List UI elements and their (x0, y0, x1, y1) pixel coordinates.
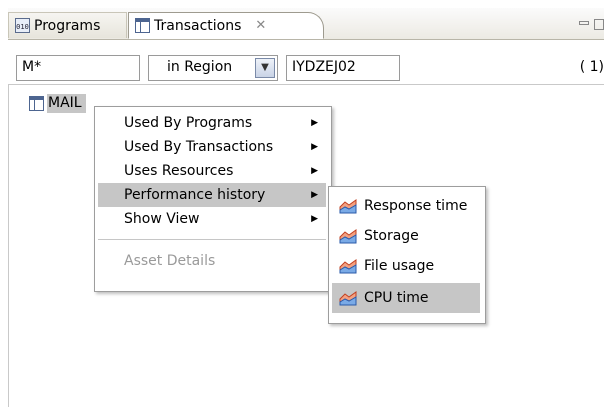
tab-programs-label: Programs (34, 17, 101, 34)
menu-item-used-by-transactions[interactable]: Used By Transactions ▶ (98, 135, 326, 159)
chevron-right-icon: ▶ (311, 118, 318, 128)
filter-bar: M* in Region ▼ IYDZEJ02 ( 1) (8, 40, 604, 81)
program-icon: 010 (15, 18, 30, 33)
maximize-icon[interactable] (594, 19, 604, 30)
submenu-item-file-usage[interactable]: File usage (332, 251, 480, 281)
submenu-item-label: File usage (364, 258, 435, 274)
tab-transactions-label: Transactions (154, 17, 242, 34)
menu-item-label: Uses Resources (124, 163, 234, 179)
menu-item-label: Used By Programs (124, 115, 253, 131)
menu-item-asset-details: Asset Details (98, 249, 326, 273)
close-icon[interactable]: ✕ (255, 18, 266, 33)
chevron-right-icon: ▶ (311, 214, 318, 224)
result-count: ( 1) (579, 59, 604, 75)
tree-item-label: MAIL (47, 93, 86, 113)
transaction-icon (29, 95, 44, 111)
chevron-right-icon: ▶ (311, 142, 318, 152)
area-chart-icon (339, 259, 357, 274)
submenu-item-cpu-time[interactable]: CPU time (332, 283, 480, 313)
region-input[interactable]: IYDZEJ02 (286, 55, 400, 81)
area-chart-icon (339, 229, 357, 244)
tab-transactions[interactable]: Transactions ✕ (128, 12, 324, 39)
submenu-item-label: CPU time (364, 290, 429, 306)
submenu-item-label: Response time (364, 198, 468, 214)
minimize-icon[interactable] (579, 21, 589, 25)
context-menu: Used By Programs ▶ Used By Transactions … (94, 106, 332, 292)
menu-item-label: Performance history (124, 187, 266, 203)
menu-item-performance-history[interactable]: Performance history ▶ (98, 183, 326, 207)
menu-item-show-view[interactable]: Show View ▶ (98, 207, 326, 231)
transactions-view: 010 Programs Transactions ✕ M* in Region… (8, 0, 604, 407)
menu-item-used-by-programs[interactable]: Used By Programs ▶ (98, 111, 326, 135)
menu-item-label: Used By Transactions (124, 139, 274, 155)
window-controls (579, 19, 604, 30)
submenu-item-response-time[interactable]: Response time (332, 191, 480, 221)
area-chart-icon (339, 199, 357, 214)
submenu-item-label: Storage (364, 228, 419, 244)
submenu-item-storage[interactable]: Storage (332, 221, 480, 251)
menu-separator (98, 239, 326, 240)
chevron-down-icon[interactable]: ▼ (255, 58, 275, 78)
menu-item-label: Show View (124, 211, 200, 227)
scope-select[interactable]: in Region ▼ (148, 55, 278, 81)
area-chart-icon (339, 291, 357, 306)
tab-bar: 010 Programs Transactions ✕ (8, 8, 604, 40)
tab-programs[interactable]: 010 Programs (8, 12, 127, 38)
chevron-right-icon: ▶ (311, 190, 318, 200)
menu-item-label: Asset Details (124, 253, 216, 269)
tree-item[interactable]: MAIL (29, 93, 86, 113)
chevron-right-icon: ▶ (311, 166, 318, 176)
performance-history-submenu: Response time Storage File usage CPU tim… (328, 186, 486, 324)
scope-select-value: in Region (167, 59, 233, 75)
name-pattern-input[interactable]: M* (16, 55, 140, 81)
transaction-icon (135, 18, 150, 33)
menu-item-uses-resources[interactable]: Uses Resources ▶ (98, 159, 326, 183)
